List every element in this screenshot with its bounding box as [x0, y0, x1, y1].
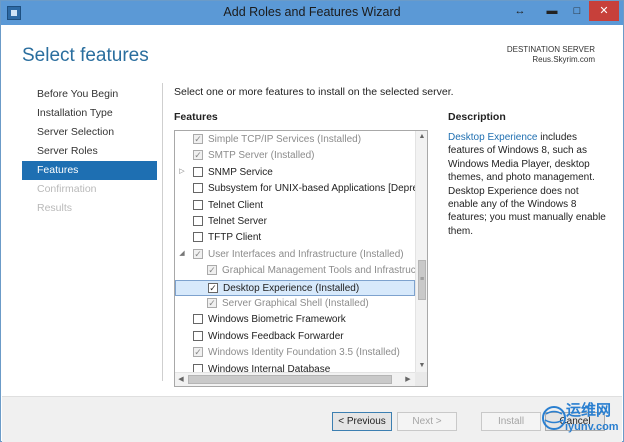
- restore-icon[interactable]: ↔: [507, 1, 533, 21]
- feature-row[interactable]: ✓ Server Graphical Shell (Installed): [175, 296, 415, 312]
- feature-checkbox[interactable]: [193, 216, 203, 226]
- title-bar[interactable]: Add Roles and Features Wizard ↔ ▬ □ ✕: [1, 1, 623, 25]
- feature-label: Windows Biometric Framework: [208, 314, 346, 326]
- watermark-line1: 运维网: [566, 402, 612, 419]
- nav-item-server-roles[interactable]: Server Roles: [22, 142, 157, 161]
- nav-item-installation-type[interactable]: Installation Type: [22, 104, 157, 123]
- features-tree[interactable]: ✓ Simple TCP/IP Services (Installed) ✓ SMTP…: [174, 130, 428, 387]
- close-button[interactable]: ✕: [589, 1, 619, 21]
- feature-checkbox: ✓: [193, 134, 203, 144]
- feature-checkbox: ✓: [207, 298, 217, 308]
- feature-label: Windows Feedback Forwarder: [208, 330, 344, 342]
- nav-divider: [162, 83, 163, 381]
- expand-icon[interactable]: ▷: [178, 168, 186, 176]
- scroll-left-icon[interactable]: ◀: [175, 374, 187, 386]
- feature-label: User Interfaces and Infrastructure (Inst…: [208, 248, 404, 260]
- feature-row[interactable]: Windows Internal Database: [175, 362, 415, 372]
- features-list: ✓ Simple TCP/IP Services (Installed) ✓ SMTP…: [175, 131, 415, 372]
- install-button[interactable]: Install: [481, 412, 541, 431]
- feature-checkbox[interactable]: [193, 314, 203, 325]
- feature-checkbox[interactable]: [193, 166, 203, 177]
- wizard-window: Add Roles and Features Wizard ↔ ▬ □ ✕ Se…: [0, 0, 624, 442]
- minimize-button[interactable]: ▬: [539, 1, 565, 21]
- description-link[interactable]: Desktop Experience: [448, 132, 538, 143]
- feature-row[interactable]: Telnet Client: [175, 198, 415, 214]
- feature-checkbox[interactable]: [193, 183, 203, 194]
- feature-checkbox: ✓: [193, 248, 203, 259]
- watermark-globe-icon: [542, 406, 566, 430]
- nav-item-confirmation: Confirmation: [37, 183, 97, 195]
- feature-row[interactable]: Windows Biometric Framework: [175, 312, 415, 328]
- description-text: Desktop Experience includes features of …: [448, 131, 608, 238]
- scroll-down-icon[interactable]: ▼: [416, 360, 427, 372]
- watermark-line2: iyunv.com: [565, 421, 619, 433]
- nav-item-features[interactable]: Features: [22, 161, 157, 180]
- wizard-footer: < Previous Next > Install Cancel: [2, 396, 622, 442]
- feature-label: Windows Identity Foundation 3.5 (Install…: [208, 347, 400, 359]
- feature-label: Desktop Experience (Installed): [223, 282, 360, 294]
- vertical-scrollbar[interactable]: ▲ ≡ ▼: [415, 131, 427, 372]
- watermark-logo: 运维网 iyunv.com: [541, 399, 623, 439]
- feature-row[interactable]: ✓ Graphical Management Tools and Infrastr…: [175, 263, 415, 279]
- feature-label: SNMP Service: [208, 166, 273, 178]
- feature-row[interactable]: ◢ ✓ User Interfaces and Infrastructure (In…: [175, 247, 415, 263]
- feature-row[interactable]: Subsystem for UNIX-based Applications [D…: [175, 181, 415, 197]
- destination-server-label: DESTINATION SERVER: [506, 45, 595, 54]
- destination-server-name: Reus.Skyrim.com: [532, 55, 595, 64]
- description-heading: Description: [448, 111, 506, 123]
- feature-row[interactable]: Telnet Server: [175, 214, 415, 230]
- collapse-icon[interactable]: ◢: [178, 250, 186, 258]
- nav-item-results: Results: [37, 202, 73, 214]
- horizontal-scrollbar[interactable]: ◀ ▶: [175, 372, 415, 386]
- feature-checkbox[interactable]: [193, 330, 203, 341]
- description-body: includes features of Windows 8, such as …: [448, 132, 606, 237]
- feature-row[interactable]: ✓ Windows Identity Foundation 3.5 (Instal…: [175, 345, 415, 361]
- feature-checkbox[interactable]: [193, 199, 203, 210]
- features-heading: Features: [174, 111, 218, 123]
- scroll-right-icon[interactable]: ▶: [402, 374, 414, 386]
- feature-checkbox: ✓: [193, 150, 203, 161]
- feature-label: SMTP Server (Installed): [208, 150, 315, 162]
- feature-label: TFTP Client: [208, 232, 262, 244]
- feature-label: Server Graphical Shell (Installed): [222, 298, 369, 309]
- feature-label: Subsystem for UNIX-based Applications [D…: [208, 183, 415, 195]
- next-button[interactable]: Next >: [397, 412, 457, 431]
- feature-checkbox: ✓: [207, 265, 217, 276]
- feature-label: Telnet Client: [208, 199, 264, 211]
- feature-checkbox: ✓: [193, 347, 203, 358]
- wizard-nav: Before You Begin Installation Type Serve…: [22, 85, 157, 218]
- feature-label: Windows Internal Database: [208, 363, 331, 372]
- scroll-thumb[interactable]: ≡: [418, 260, 426, 300]
- feature-row[interactable]: ▷ SNMP Service: [175, 165, 415, 181]
- feature-row[interactable]: TFTP Client: [175, 230, 415, 246]
- feature-row[interactable]: ✓ Simple TCP/IP Services (Installed): [175, 132, 415, 148]
- feature-row[interactable]: ✓ Desktop Experience (Installed): [175, 279, 415, 296]
- feature-checkbox[interactable]: [193, 363, 203, 372]
- instruction-text: Select one or more features to install o…: [174, 86, 454, 98]
- feature-label: Simple TCP/IP Services (Installed): [208, 134, 362, 145]
- feature-row[interactable]: ✓ SMTP Server (Installed): [175, 148, 415, 164]
- maximize-button[interactable]: □: [565, 1, 589, 21]
- scroll-corner: [415, 372, 427, 386]
- feature-row[interactable]: Windows Feedback Forwarder: [175, 329, 415, 345]
- feature-checkbox[interactable]: ✓: [208, 282, 218, 293]
- feature-label: Graphical Management Tools and Infrastru…: [222, 265, 415, 277]
- nav-item-server-selection[interactable]: Server Selection: [22, 123, 157, 142]
- feature-label: Telnet Server: [208, 216, 267, 227]
- hscroll-thumb[interactable]: [188, 375, 392, 384]
- nav-item-before-you-begin[interactable]: Before You Begin: [22, 85, 157, 104]
- page-title: Select features: [22, 45, 149, 66]
- previous-button[interactable]: < Previous: [332, 412, 392, 431]
- feature-checkbox[interactable]: [193, 232, 203, 243]
- scroll-up-icon[interactable]: ▲: [416, 131, 427, 143]
- wizard-content: Select features DESTINATION SERVER Reus.…: [2, 25, 622, 407]
